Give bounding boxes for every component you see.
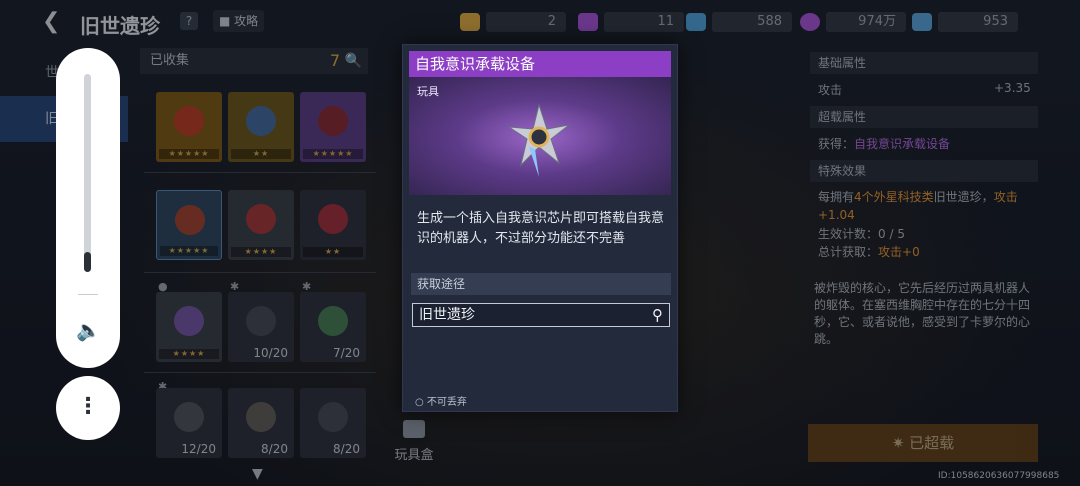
source-header: 获取途径 [411,273,671,295]
item-title: 自我意识承载设备 [409,51,671,77]
no-discard-label: 不可丢弃 [426,397,467,408]
item-detail-popup: 自我意识承载设备 玩具 生成一个插入自我意识芯片即可搭载自我意识的机器人，不过部… [402,44,678,412]
item-description: 生成一个插入自我意识芯片即可搭载自我意识的机器人，不过部分功能还不完善 [417,211,665,246]
source-field[interactable]: 旧世遗珍 ⚲ [412,303,670,327]
volume-panel: 🔈 [56,48,120,368]
shuriken-device-icon [508,103,570,177]
volume-level [84,252,91,272]
no-discard-note: ○ 不可丢弃 [415,397,467,408]
more-options-button[interactable]: ⋮ [56,376,120,440]
speaker-icon[interactable]: 🔈 [76,318,101,342]
search-icon[interactable]: ⚲ [652,304,663,326]
volume-slider[interactable] [84,74,91,272]
divider [78,294,98,295]
item-image: 玩具 [409,77,671,195]
source-value: 旧世遗珍 [419,307,475,323]
